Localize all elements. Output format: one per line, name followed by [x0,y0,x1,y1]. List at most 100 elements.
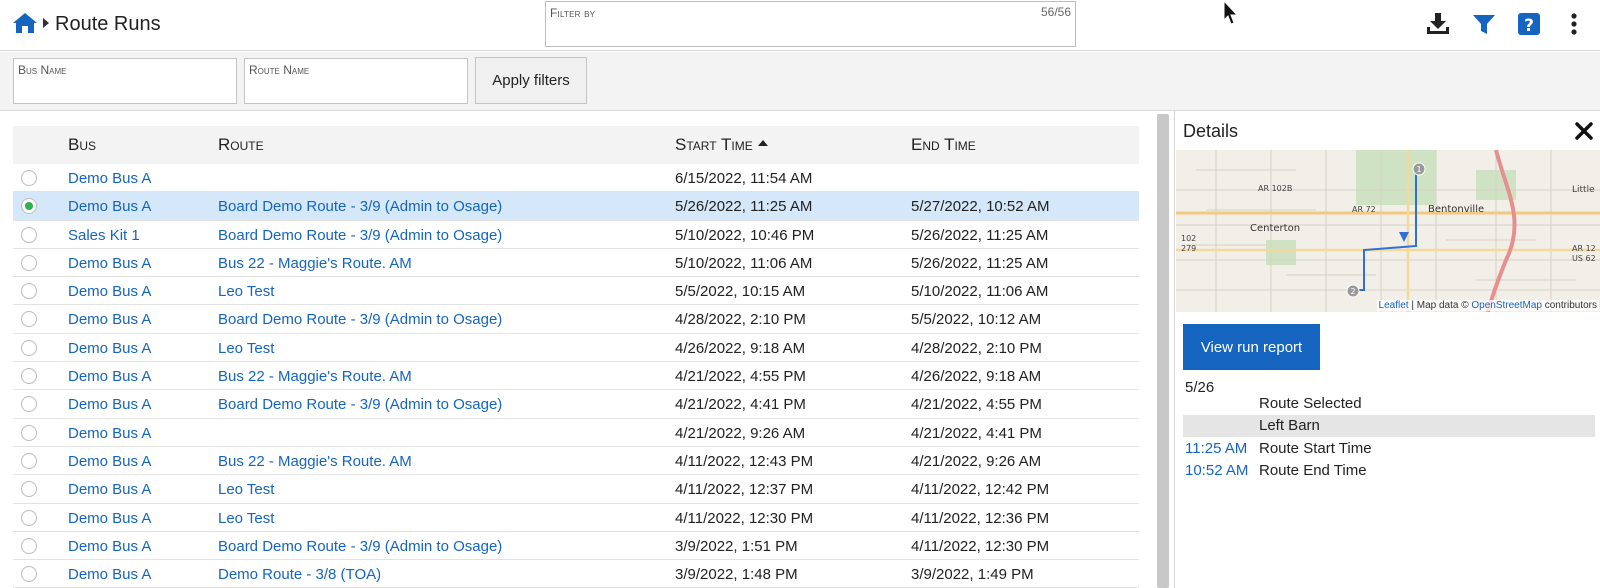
bus-name-label: Bus Name [18,63,67,77]
row-route-link[interactable]: Board Demo Route - 3/9 (Admin to Osage) [218,198,502,215]
row-route-link[interactable]: Bus 22 - Maggie's Route. AM [218,255,412,272]
download-icon[interactable] [1424,10,1452,38]
row-start-time: 4/11/2022, 12:30 PM [675,509,814,527]
row-select-radio[interactable] [21,537,37,554]
row-select-radio[interactable] [21,452,37,469]
table-row[interactable]: Demo Bus A Bus 22 - Maggie's Route. AM 5/1… [13,249,1139,278]
row-bus-link[interactable]: Demo Bus A [68,340,151,357]
table-row[interactable]: Demo Bus A 6/15/2022, 11:54 AM [13,164,1139,193]
map-marker-1: 1 [1416,165,1421,174]
row-select-radio[interactable] [21,311,37,328]
apply-filters-button[interactable]: Apply filters [475,57,587,104]
row-bus-link[interactable]: Demo Bus A [68,396,151,413]
row-select-radio[interactable] [21,198,37,215]
row-bus-link[interactable]: Sales Kit 1 [68,227,140,244]
map-label-ar12: AR 12 [1572,244,1596,253]
row-route-link[interactable]: Demo Route - 3/8 (TOA) [218,566,381,583]
table-row[interactable]: Demo Bus A Demo Route - 3/8 (TOA) 3/9/2022… [13,560,1139,588]
table-scrollbar[interactable] [1157,114,1169,588]
route-map[interactable]: 1 2 Bentonville Centerton AR 102B AR 72 … [1176,150,1600,312]
column-header-route[interactable]: Route [218,135,264,155]
row-bus-link[interactable]: Demo Bus A [68,170,151,187]
row-bus-link[interactable]: Demo Bus A [68,368,151,385]
row-route-link[interactable]: Bus 22 - Maggie's Route. AM [218,368,412,385]
table-row[interactable]: Demo Bus A Board Demo Route - 3/9 (Admin … [13,532,1139,561]
column-header-end-time[interactable]: End Time [911,135,976,155]
row-route-link[interactable]: Board Demo Route - 3/9 (Admin to Osage) [218,311,502,328]
breadcrumb-chevron-icon [43,18,49,28]
filter-by-input[interactable]: Filter by 56/56 [545,1,1076,47]
table-row[interactable]: Demo Bus A Board Demo Route - 3/9 (Admin … [13,305,1139,334]
table-row[interactable]: Demo Bus A Leo Test 4/11/2022, 12:37 PM 4/1… [13,475,1139,504]
row-select-radio[interactable] [21,226,37,243]
leaflet-link[interactable]: Leaflet [1379,300,1409,311]
row-bus-link[interactable]: Demo Bus A [68,538,151,555]
column-header-start-time[interactable]: Start Time [675,135,768,155]
row-bus-link[interactable]: Demo Bus A [68,425,151,442]
row-end-time: 4/21/2022, 9:26 AM [911,452,1042,470]
row-select-radio[interactable] [21,170,37,186]
row-route-link[interactable]: Leo Test [218,481,274,498]
row-bus-link[interactable]: Demo Bus A [68,255,151,272]
map-marker-2: 2 [1350,287,1355,296]
row-bus-link[interactable]: Demo Bus A [68,566,151,583]
help-icon[interactable]: ? [1515,10,1543,38]
row-bus-link[interactable]: Demo Bus A [68,311,151,328]
close-icon[interactable] [1574,121,1594,141]
table-row[interactable]: Demo Bus A Leo Test 4/26/2022, 9:18 AM 4/28… [13,334,1139,363]
route-name-field[interactable]: Route Name [244,58,468,104]
event-item: 11:25 AM Route Start Time [1183,438,1595,460]
event-description: Route End Time [1259,462,1367,479]
row-bus-link[interactable]: Demo Bus A [68,481,151,498]
table-row[interactable]: Demo Bus A Bus 22 - Maggie's Route. AM 4/2… [13,362,1139,391]
row-start-time: 4/28/2022, 2:10 PM [675,311,806,329]
svg-text:?: ? [1524,16,1534,36]
row-end-time: 5/10/2022, 11:06 AM [911,283,1049,301]
table-row[interactable]: Demo Bus A Board Demo Route - 3/9 (Admin … [13,390,1139,419]
row-route-link[interactable]: Board Demo Route - 3/9 (Admin to Osage) [218,396,502,413]
row-select-radio[interactable] [21,339,37,356]
row-end-time: 5/5/2022, 10:12 AM [911,311,1042,329]
row-end-time: 5/26/2022, 11:25 AM [911,226,1049,244]
table-row[interactable]: Demo Bus A Board Demo Route - 3/9 (Admin … [13,192,1139,221]
view-run-report-button[interactable]: View run report [1183,324,1320,370]
openstreetmap-link[interactable]: OpenStreetMap [1471,300,1542,311]
row-select-radio[interactable] [21,254,37,271]
row-select-radio[interactable] [21,566,37,583]
table-row[interactable]: Demo Bus A Leo Test 5/5/2022, 10:15 AM 5/10… [13,277,1139,306]
map-label-279: 279 [1181,244,1196,253]
row-bus-link[interactable]: Demo Bus A [68,198,151,215]
table-row[interactable]: Sales Kit 1 Board Demo Route - 3/9 (Admin… [13,221,1139,249]
row-route-link[interactable]: Leo Test [218,510,274,527]
event-time: 11:25 AM [1185,440,1248,457]
row-select-radio[interactable] [21,396,37,413]
row-select-radio[interactable] [21,368,37,385]
row-select-radio[interactable] [21,424,37,441]
column-header-bus[interactable]: Bus [68,135,96,155]
table-row[interactable]: Demo Bus A Leo Test 4/11/2022, 12:30 PM 4/1… [13,504,1139,532]
filter-icon[interactable] [1470,10,1498,38]
row-select-radio[interactable] [21,283,37,300]
home-icon[interactable] [12,11,38,35]
row-route-link[interactable]: Board Demo Route - 3/9 (Admin to Osage) [218,538,502,555]
row-select-radio[interactable] [21,509,37,526]
map-attribution: Leaflet | Map data © OpenStreetMap contr… [1376,300,1599,311]
table-row[interactable]: Demo Bus A 4/21/2022, 9:26 AM 4/21/2022, 4… [13,419,1139,447]
more-vert-icon[interactable] [1560,10,1588,38]
map-label-us62: US 62 [1572,254,1596,263]
row-end-time: 5/26/2022, 11:25 AM [911,254,1049,272]
row-start-time: 6/15/2022, 11:54 AM [675,170,813,187]
event-time: 10:52 AM [1185,462,1249,479]
row-end-time: 4/21/2022, 4:41 PM [911,424,1042,442]
details-panel: Details 1 2 Bentonville Centerton AR 102… [1174,111,1600,588]
row-bus-link[interactable]: Demo Bus A [68,510,151,527]
table-row[interactable]: Demo Bus A Bus 22 - Maggie's Route. AM 4/1… [13,447,1139,476]
row-bus-link[interactable]: Demo Bus A [68,453,151,470]
row-select-radio[interactable] [21,481,37,498]
row-route-link[interactable]: Bus 22 - Maggie's Route. AM [218,453,412,470]
bus-name-field[interactable]: Bus Name [13,58,237,104]
row-route-link[interactable]: Board Demo Route - 3/9 (Admin to Osage) [218,227,502,244]
row-route-link[interactable]: Leo Test [218,283,274,300]
row-bus-link[interactable]: Demo Bus A [68,283,151,300]
row-route-link[interactable]: Leo Test [218,340,274,357]
